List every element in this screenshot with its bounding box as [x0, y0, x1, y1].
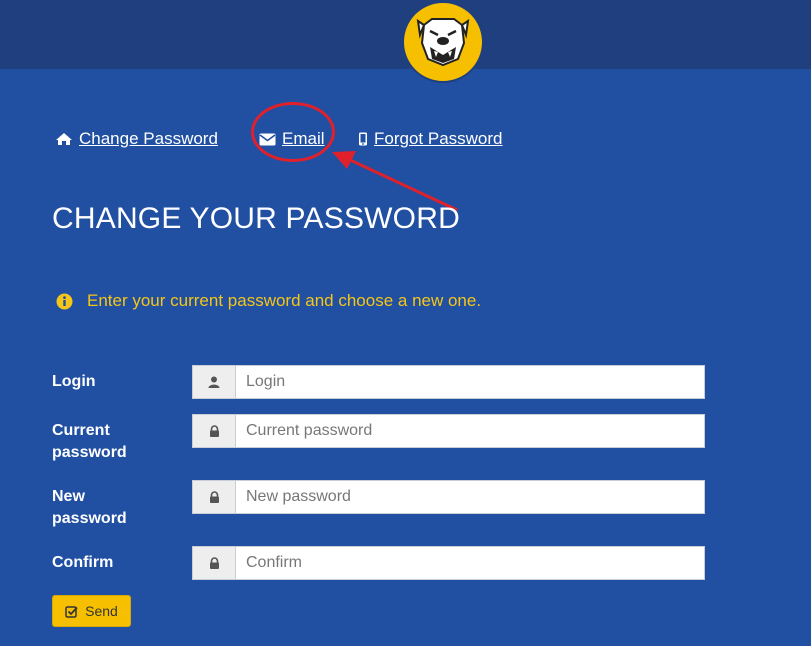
current-password-label-line2: password [52, 444, 127, 461]
new-password-label-line2: password [52, 510, 127, 527]
current-password-label-line1: Current [52, 422, 110, 439]
lock-icon [193, 547, 236, 579]
check-square-icon [65, 605, 78, 618]
info-message-text: Enter your current password and choose a… [87, 291, 482, 310]
user-icon [193, 366, 236, 398]
info-message: Enter your current password and choose a… [56, 290, 481, 312]
info-circle-icon [56, 293, 73, 310]
login-input[interactable] [236, 366, 704, 398]
send-button[interactable]: Send [52, 595, 131, 627]
lock-icon [193, 415, 236, 447]
page-title: CHANGE YOUR PASSWORD [52, 202, 460, 235]
current-password-input[interactable] [236, 415, 704, 447]
new-password-input[interactable] [236, 481, 704, 513]
login-input-group [192, 365, 705, 399]
send-button-label: Send [85, 603, 118, 619]
confirm-input-group [192, 546, 705, 580]
login-label: Login [52, 373, 96, 390]
current-password-input-group [192, 414, 705, 448]
confirm-input[interactable] [236, 547, 704, 579]
new-password-label-line1: New [52, 488, 85, 505]
confirm-label: Confirm [52, 554, 114, 571]
current-password-label: Current password [52, 420, 127, 464]
lock-icon [193, 481, 236, 513]
new-password-input-group [192, 480, 705, 514]
new-password-label: New password [52, 486, 127, 530]
